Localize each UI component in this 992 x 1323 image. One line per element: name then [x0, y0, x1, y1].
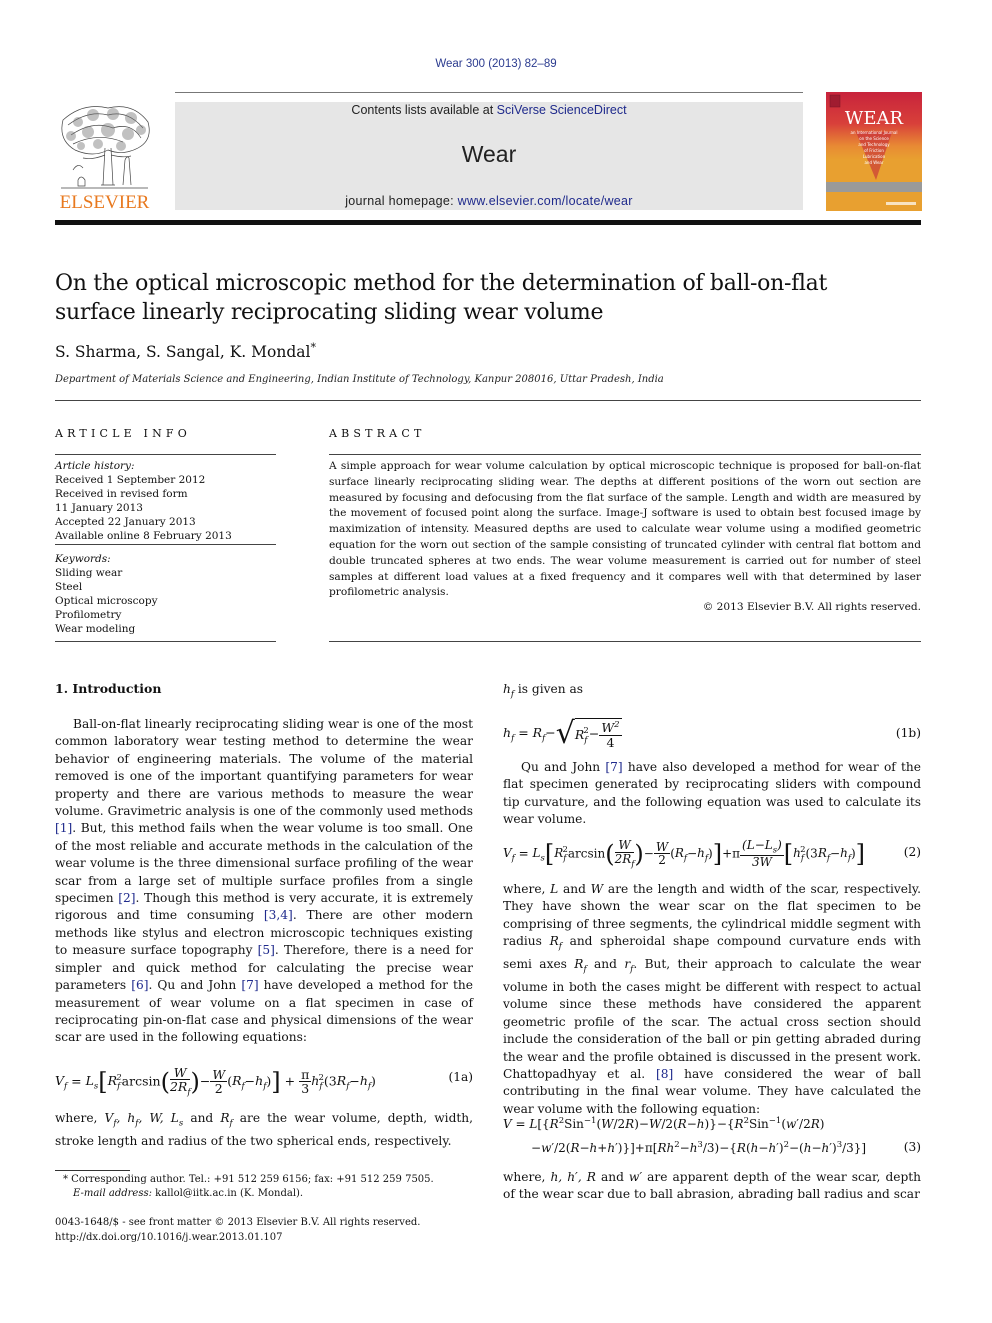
reference-link[interactable]: [6] — [131, 978, 148, 992]
abstract-copyright: © 2013 Elsevier B.V. All rights reserved… — [702, 601, 921, 613]
paragraph-scar-description: where, L and W are the length and width … — [503, 882, 922, 1116]
history-item: Received 1 September 2012 — [55, 474, 206, 486]
contents-line: Contents lists available at SciVerse Sci… — [175, 103, 803, 117]
cover-subtitle-line: of Friction — [864, 148, 884, 153]
article-info-heading: ARTICLE INFO — [55, 427, 191, 440]
cover-title: WEAR — [845, 108, 904, 129]
equation-3: V = L[{R2Sin−1(W/2R)−W/2(R−h)}−{R2Sin−1(… — [503, 1116, 921, 1155]
divider — [55, 641, 276, 642]
intro-paragraph-1: Ball-on-flat linearly reciprocating slid… — [55, 717, 473, 1045]
cover-subtitle-line: Lubrication — [863, 154, 886, 159]
footnote-corresponding: * Corresponding author. Tel.: +91 512 25… — [63, 1173, 434, 1201]
issn-line: 0043-1648/$ - see front matter © 2013 El… — [55, 1217, 421, 1228]
history-item: Accepted 22 January 2013 — [55, 516, 196, 528]
header-rule — [175, 92, 803, 93]
keyword: Sliding wear — [55, 567, 123, 579]
doi-link[interactable]: http://dx.doi.org/10.1016/j.wear.2013.01… — [55, 1230, 420, 1245]
keyword: Optical microscopy — [55, 595, 158, 607]
equation-number: (1b) — [895, 726, 921, 740]
keywords: Keywords: Sliding wear Steel Optical mic… — [55, 552, 276, 636]
reference-link[interactable]: [8] — [656, 1067, 673, 1081]
history-item: Available online 8 February 2013 — [55, 530, 232, 542]
reference-link[interactable]: [7] — [605, 760, 622, 774]
title-line-2: surface linearly reciprocating sliding w… — [55, 300, 604, 325]
equation-2: Vf = Ls[Rf2arcsin(W 2Rf)− W 2 (Rf−hf)]+π (L−L… — [503, 838, 921, 870]
journal-cover-image[interactable]: WEAR an International Journal on the Sci… — [826, 92, 922, 211]
section-heading-introduction: 1. Introduction — [55, 681, 162, 696]
divider — [55, 454, 276, 455]
paragraph-variable-defs: where, h, h′, R and w′ are apparent dept… — [503, 1170, 922, 1202]
keyword: Profilometry — [55, 609, 122, 621]
journal-name: Wear — [461, 141, 517, 167]
affiliation: Department of Materials Science and Engi… — [55, 374, 664, 385]
cover-subtitle-line: and Wear — [864, 160, 883, 165]
divider — [329, 641, 921, 642]
contents-prefix: Contents lists available at — [351, 103, 497, 117]
reference-link[interactable]: [7] — [241, 978, 258, 992]
history-item: Received in revised form — [55, 488, 188, 500]
cover-subtitle-line: on the Science — [859, 136, 889, 141]
hf-intro: hf is given as — [503, 682, 583, 700]
article-history: Article history: Received 1 September 20… — [55, 459, 276, 543]
history-item: 11 January 2013 — [55, 502, 143, 514]
email-label: E-mail address: — [73, 1188, 152, 1199]
intro-paragraph-2: where, Vf, hf, W, Ls and Rf are the wear… — [55, 1111, 473, 1148]
corresponding-mark[interactable]: * — [310, 341, 316, 354]
sciencedirect-link[interactable]: SciVerse ScienceDirect — [497, 103, 627, 117]
divider — [55, 400, 921, 401]
divider — [55, 544, 276, 545]
reference-link[interactable]: [1] — [55, 821, 72, 835]
paragraph-qu-john: Qu and John [7] have also developed a me… — [503, 760, 921, 827]
reference-link[interactable]: [3,4] — [264, 908, 293, 922]
author-names: S. Sharma, S. Sangal, K. Mondal — [55, 343, 311, 362]
abstract-heading: ABSTRACT — [329, 427, 426, 440]
journal-citation[interactable]: Wear 300 (2013) 82–89 — [0, 58, 992, 70]
equation-1b: hf = Rf−√Rf2− W2 4 (1b) — [503, 716, 921, 751]
corresponding-author-note: * Corresponding author. Tel.: +91 512 25… — [63, 1174, 434, 1185]
elsevier-wordmark[interactable]: ELSEVIER — [53, 192, 156, 214]
equation-number: (1a) — [448, 1070, 473, 1084]
keywords-label: Keywords: — [55, 553, 111, 565]
homepage-link[interactable]: www.elsevier.com/locate/wear — [458, 194, 633, 208]
equation-number: (3) — [903, 1140, 921, 1154]
footnote-rule — [55, 1170, 130, 1171]
reference-link[interactable]: [2] — [118, 891, 135, 905]
authors: S. Sharma, S. Sangal, K. Mondal* — [55, 341, 316, 361]
reference-link[interactable]: [5] — [258, 943, 275, 957]
title-line-1: On the optical microscopic method for th… — [55, 271, 828, 296]
divider — [329, 454, 921, 455]
keyword: Wear modeling — [55, 623, 136, 635]
keyword: Steel — [55, 581, 83, 593]
abstract-text: A simple approach for wear volume calcul… — [329, 460, 921, 599]
homepage-line: journal homepage: www.elsevier.com/locat… — [175, 194, 803, 208]
cover-subtitle-line: an International Journal — [851, 130, 898, 135]
article-title: On the optical microscopic method for th… — [55, 269, 935, 327]
cover-subtitle-line: and Technology — [858, 142, 890, 147]
front-matter: 0043-1648/$ - see front matter © 2013 El… — [55, 1215, 420, 1245]
homepage-prefix: journal homepage: — [345, 194, 458, 208]
equation-1a: Vf = Ls[Rf2arcsin(W 2Rf)− W 2 (Rf−hf)] + π3h… — [55, 1065, 473, 1098]
history-label: Article history: — [55, 460, 135, 472]
equation-number: (2) — [903, 845, 921, 859]
email-address[interactable]: kallol@iitk.ac.in (K. Mondal). — [155, 1188, 303, 1199]
header-thick-rule — [55, 220, 921, 225]
journal-banner: Contents lists available at SciVerse Sci… — [175, 102, 803, 210]
